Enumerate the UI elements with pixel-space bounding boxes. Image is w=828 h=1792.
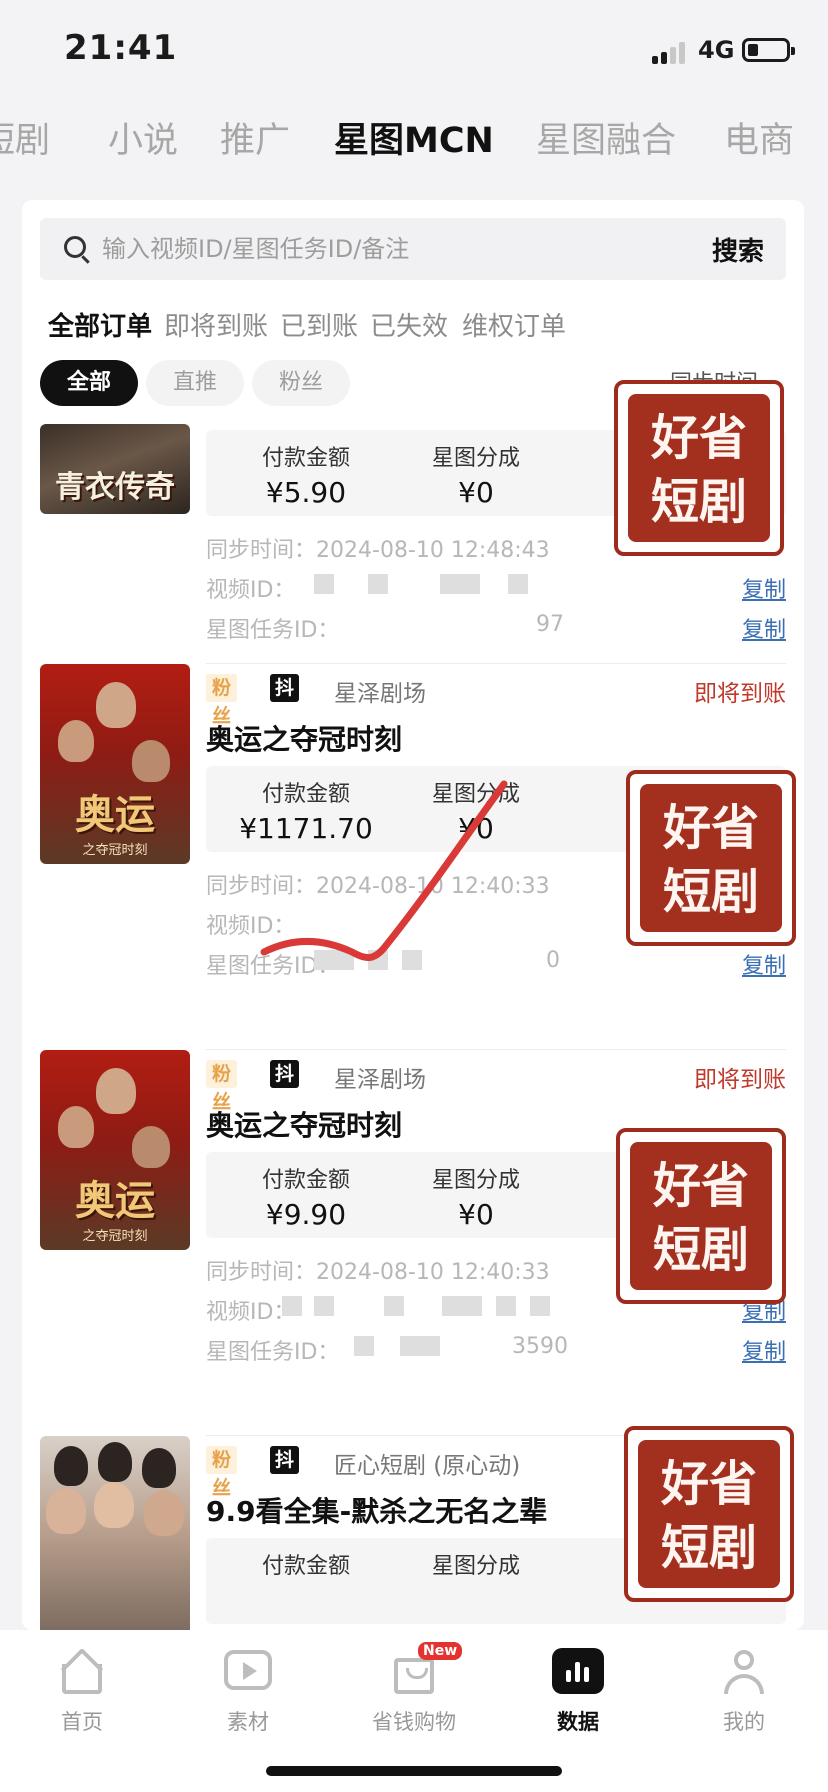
douyin-tag: 抖音 (270, 1446, 300, 1499)
watermark-logo: 好省 短剧 (626, 770, 796, 946)
task-id-tail: 97 (536, 612, 564, 637)
fans-tag: 粉丝 (206, 1060, 238, 1113)
copy-task-id-button[interactable]: 复制 (742, 948, 786, 980)
tab-ecommerce[interactable]: 电商 (724, 112, 794, 163)
status-time: 21:41 (64, 28, 178, 68)
tab-all-orders[interactable]: 全部订单 (48, 306, 152, 343)
tab-pending-arrival[interactable]: 即将到账 (164, 306, 268, 343)
share-value: ¥0 (458, 476, 494, 509)
drama-poster[interactable]: 青衣传奇 (40, 424, 190, 514)
watermark-logo: 好省 短剧 (624, 1426, 794, 1602)
studio-name: 匠心短剧 (原心动) (334, 1453, 521, 1479)
status-bar: 21:41 4G (0, 0, 828, 100)
sync-label: 同步时间： (206, 538, 317, 563)
home-icon (56, 1646, 108, 1698)
nav-label: 素材 (227, 1710, 269, 1734)
nav-label: 数据 (557, 1710, 599, 1734)
task-id-line: 星图任务ID： (206, 1334, 339, 1366)
tab-novel[interactable]: 小说 (108, 112, 178, 163)
drama-title: 奥运之夺冠时刻 (206, 723, 403, 756)
task-id-tail: 0 (546, 948, 560, 973)
tab-short-drama[interactable]: 短剧 (0, 112, 50, 163)
signal-icon (652, 40, 690, 64)
douyin-tag: 抖音 (270, 674, 300, 727)
studio-name: 星泽剧场 (334, 681, 426, 707)
copy-task-id-button[interactable]: 复制 (742, 612, 786, 644)
sync-time: 2024-08-10 12:48:43 (316, 538, 550, 563)
order-status: 即将到账 (694, 1067, 786, 1093)
nav-materials[interactable]: 素材 (188, 1646, 308, 1736)
share-value: ¥0 (458, 1198, 494, 1231)
tab-rights-orders[interactable]: 维权订单 (462, 306, 566, 343)
order-status: 即将到账 (694, 681, 786, 707)
tab-promote[interactable]: 推广 (220, 112, 290, 163)
copy-video-id-button[interactable]: 复制 (742, 572, 786, 604)
search-button[interactable]: 搜索 (712, 231, 764, 268)
nav-label: 省钱购物 (372, 1710, 456, 1734)
nav-data[interactable]: 数据 (518, 1646, 638, 1736)
battery-icon (742, 38, 795, 62)
shopping-bag-icon: New (388, 1642, 463, 1698)
sync-time-line: 同步时间：2024-08-10 12:40:33 (206, 1254, 550, 1286)
drama-title: 奥运之夺冠时刻 (206, 1109, 403, 1142)
sync-label: 同步时间： (206, 1260, 317, 1285)
share-label: 星图分成 (431, 446, 520, 471)
chip-all[interactable]: 全部 (40, 360, 138, 406)
watermark-logo: 好省 短剧 (614, 380, 784, 556)
tab-arrived[interactable]: 已到账 (280, 306, 358, 343)
data-chart-icon (552, 1646, 604, 1698)
poster-subtitle: 之夺冠时刻 (82, 843, 148, 858)
drama-title: 9.9看全集-默杀之无名之辈 (206, 1495, 548, 1528)
poster-title: 奥运 (75, 791, 155, 838)
drama-poster[interactable]: 奥运 之夺冠时刻 (40, 664, 190, 864)
nav-label: 我的 (723, 1710, 765, 1734)
drama-poster[interactable] (40, 1436, 190, 1630)
sync-time: 2024-08-10 12:40:33 (316, 1260, 550, 1285)
task-id-label: 星图任务ID： (206, 618, 340, 643)
copy-task-id-button[interactable]: 复制 (742, 1334, 786, 1366)
video-id-line: 视频ID： (206, 572, 295, 604)
task-id-line: 星图任务ID： (206, 612, 339, 644)
check-mark-icon (260, 780, 508, 961)
nav-shopping[interactable]: New 省钱购物 (354, 1642, 474, 1736)
fans-tag: 粉丝 (206, 1446, 238, 1499)
poster-title: 青衣传奇 (55, 470, 175, 505)
search-input[interactable] (102, 232, 662, 266)
nav-profile[interactable]: 我的 (684, 1646, 804, 1736)
nav-home[interactable]: 首页 (22, 1646, 142, 1736)
tab-xingtu-mcn[interactable]: 星图MCN (334, 112, 494, 163)
task-id-tail: 3590 (512, 1334, 568, 1359)
network-type: 4G (698, 36, 735, 64)
chip-fans[interactable]: 粉丝 (252, 360, 350, 406)
new-badge: New (418, 1642, 463, 1660)
tab-xingtu-fusion[interactable]: 星图融合 (536, 112, 676, 163)
poster-title: 奥运 (75, 1177, 155, 1224)
nav-label: 首页 (61, 1710, 103, 1734)
share-label: 星图分成 (431, 1168, 520, 1193)
task-id-label: 星图任务ID： (206, 1340, 340, 1365)
drama-poster[interactable]: 奥运 之夺冠时刻 (40, 1050, 190, 1250)
poster-subtitle: 之夺冠时刻 (82, 1229, 148, 1244)
douyin-tag: 抖音 (270, 1060, 300, 1113)
search-bar: 搜索 (40, 218, 786, 280)
play-icon (222, 1646, 274, 1698)
share-label: 星图分成 (431, 1554, 520, 1579)
sync-time-line: 同步时间：2024-08-10 12:48:43 (206, 532, 550, 564)
user-icon (718, 1646, 770, 1698)
chip-direct[interactable]: 直推 (146, 360, 244, 406)
studio-name: 星泽剧场 (334, 1067, 426, 1093)
category-tabs: 短剧 小说 推广 星图MCN 星图融合 电商 (0, 112, 828, 172)
tab-expired[interactable]: 已失效 (370, 306, 448, 343)
video-id-label: 视频ID： (206, 578, 296, 603)
fans-tag: 粉丝 (206, 674, 238, 727)
search-icon (64, 236, 86, 258)
watermark-logo: 好省 短剧 (616, 1128, 786, 1304)
home-indicator (266, 1766, 562, 1776)
